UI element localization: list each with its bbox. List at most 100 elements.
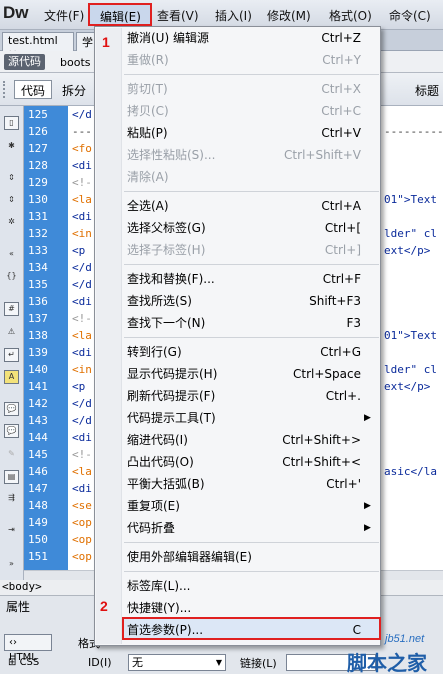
source-code-button[interactable]: 源代码	[4, 54, 45, 70]
apply-comment-icon[interactable]: 💬	[4, 402, 19, 416]
syntax-coloring-icon[interactable]: A	[4, 370, 19, 384]
highlight-invalid-code-icon[interactable]: ⚠	[4, 326, 19, 340]
grip-icon	[3, 81, 9, 98]
menu-edit[interactable]: 编辑(E)	[88, 3, 152, 26]
menu-item-select-parent-tag[interactable]: 选择父标签(G)	[127, 217, 206, 239]
menu-item-find-replace[interactable]: 查找和替换(F)...	[127, 268, 215, 290]
menu-item-cut[interactable]: 剪切(T)	[127, 78, 168, 100]
menu-item-code-hint-tools[interactable]: 代码提示工具(T)	[127, 407, 216, 429]
menu-item-redo[interactable]: 重做(R)	[127, 49, 169, 71]
code-line: <di	[72, 346, 92, 359]
code-line: <p	[72, 244, 92, 257]
code-line: <di	[72, 210, 92, 223]
menu-view[interactable]: 查看(V)	[157, 7, 199, 24]
shortcut-show-code-hints: Ctrl+Space	[293, 367, 361, 381]
menu-item-copy[interactable]: 拷贝(C)	[127, 100, 169, 122]
remove-comment-icon[interactable]: 💬	[4, 424, 19, 438]
link-label: 链接(L)	[240, 657, 277, 670]
split-view-button[interactable]: 拆分	[62, 82, 86, 99]
menu-item-refresh-code-hints[interactable]: 刷新代码提示(F)	[127, 385, 215, 407]
line-number: 139	[28, 346, 48, 359]
menu-modify[interactable]: 修改(M)	[267, 7, 311, 24]
line-number: 129	[28, 176, 48, 189]
menu-item-external-editor[interactable]: 使用外部编辑器编辑(E)	[127, 546, 252, 568]
line-number: 128	[28, 159, 48, 172]
code-line: <di	[72, 431, 92, 444]
line-number: 144	[28, 431, 48, 444]
menu-item-goto-line[interactable]: 转到行(G)	[127, 341, 182, 363]
menu-item-paste-special[interactable]: 选择性粘贴(S)...	[127, 144, 215, 166]
code-view-button[interactable]: 代码	[14, 80, 53, 99]
shortcut-select-parent-tag: Ctrl+[	[324, 221, 361, 235]
code-line: </d	[72, 278, 92, 291]
line-number: 145	[28, 448, 48, 461]
menu-commands[interactable]: 命令(C)	[389, 7, 431, 24]
more-tools-chevron-icon[interactable]: »	[4, 558, 19, 572]
shortcut-undo: Ctrl+Z	[321, 31, 361, 45]
menu-separator	[124, 542, 379, 543]
open-documents-icon[interactable]: ▯	[4, 116, 19, 130]
watermark-site: jb51.net	[385, 633, 425, 645]
code-line: <se	[72, 499, 92, 512]
shortcut-paste: Ctrl+V	[321, 126, 361, 140]
menu-item-tag-libraries[interactable]: 标签库(L)...	[127, 575, 191, 597]
menu-item-clear[interactable]: 清除(A)	[127, 166, 169, 188]
css-mode-label: CSS	[19, 657, 40, 668]
shortcut-select-all: Ctrl+A	[321, 199, 361, 213]
code-fragment: ext</p>	[384, 244, 431, 257]
menu-item-paste[interactable]: 粘贴(P)	[127, 122, 168, 144]
menu-format[interactable]: 格式(O)	[329, 7, 372, 24]
menu-item-outdent-code[interactable]: 凸出代码(O)	[127, 451, 194, 473]
line-number: 133	[28, 244, 48, 257]
line-number: 132	[28, 227, 48, 240]
menu-file[interactable]: 文件(F)	[44, 7, 84, 24]
app-logo: Dw	[3, 3, 29, 22]
css-mode-button[interactable]: ⊞ CSS	[4, 655, 52, 672]
menu-item-show-code-hints[interactable]: 显示代码提示(H)	[127, 363, 217, 385]
menu-item-preferences[interactable]: 首选参数(P)...	[127, 619, 203, 641]
line-number: 143	[28, 414, 48, 427]
code-fragment: asic</la	[384, 465, 437, 478]
line-number: 135	[28, 278, 48, 291]
menu-item-indent-code[interactable]: 缩进代码(I)	[127, 429, 188, 451]
menu-item-select-all[interactable]: 全选(A)	[127, 195, 169, 217]
menu-item-repeating-entries[interactable]: 重复项(E)	[127, 495, 180, 517]
menu-item-code-collapse[interactable]: 代码折叠	[127, 517, 175, 539]
move-css-icon[interactable]: ⇶	[4, 492, 19, 506]
properties-title: 属性	[6, 600, 31, 614]
menu-separator	[124, 264, 379, 265]
select-parent-tag-icon[interactable]: «	[4, 248, 19, 262]
id-label: ID(I)	[88, 656, 112, 669]
menu-item-find-selection[interactable]: 查找所选(S)	[127, 290, 192, 312]
line-number: 131	[28, 210, 48, 223]
menu-item-find-next[interactable]: 查找下一个(N)	[127, 312, 205, 334]
submenu-arrow-icon: ▶	[364, 523, 371, 533]
shortcut-find-replace: Ctrl+F	[322, 272, 361, 286]
collapse-selection-icon[interactable]: ⇕	[4, 194, 19, 208]
menu-insert[interactable]: 插入(I)	[215, 7, 252, 24]
related-file-bootstrap[interactable]: boots	[60, 56, 91, 69]
indent-code-icon[interactable]: ⇥	[4, 524, 19, 538]
code-fragment: 01">Text	[384, 329, 437, 342]
menu-item-undo[interactable]: 撤消(U) 编辑源	[127, 27, 209, 49]
show-code-navigator-icon[interactable]: ✱	[4, 140, 19, 154]
recent-snippets-icon[interactable]: ▤	[4, 470, 19, 484]
code-line: <in	[72, 363, 92, 376]
expand-all-icon[interactable]: ✲	[4, 216, 19, 230]
menu-separator	[124, 571, 379, 572]
code-line: <op	[72, 550, 92, 563]
watermark-brand: 脚本之家	[347, 651, 427, 674]
shortcut-cut: Ctrl+X	[321, 82, 361, 96]
line-numbers-icon[interactable]: #	[4, 302, 19, 316]
balance-braces-icon[interactable]: {}	[4, 270, 19, 284]
html-mode-button[interactable]: ‹› HTML	[4, 634, 52, 663]
menu-edit-label: 编辑(E)	[100, 10, 141, 24]
menu-item-select-child-tag[interactable]: 选择子标签(H)	[127, 239, 205, 261]
menu-item-balance-braces[interactable]: 平衡大括弧(B)	[127, 473, 205, 495]
id-select[interactable]: 无 ▼	[128, 654, 226, 671]
tab-test-html[interactable]: test.html ×	[2, 32, 74, 60]
collapse-full-tag-icon[interactable]: ⇕	[4, 172, 19, 186]
menu-item-keyboard-shortcuts[interactable]: 快捷键(Y)...	[127, 597, 191, 619]
code-line: ---	[72, 125, 92, 138]
word-wrap-icon[interactable]: ↵	[4, 348, 19, 362]
